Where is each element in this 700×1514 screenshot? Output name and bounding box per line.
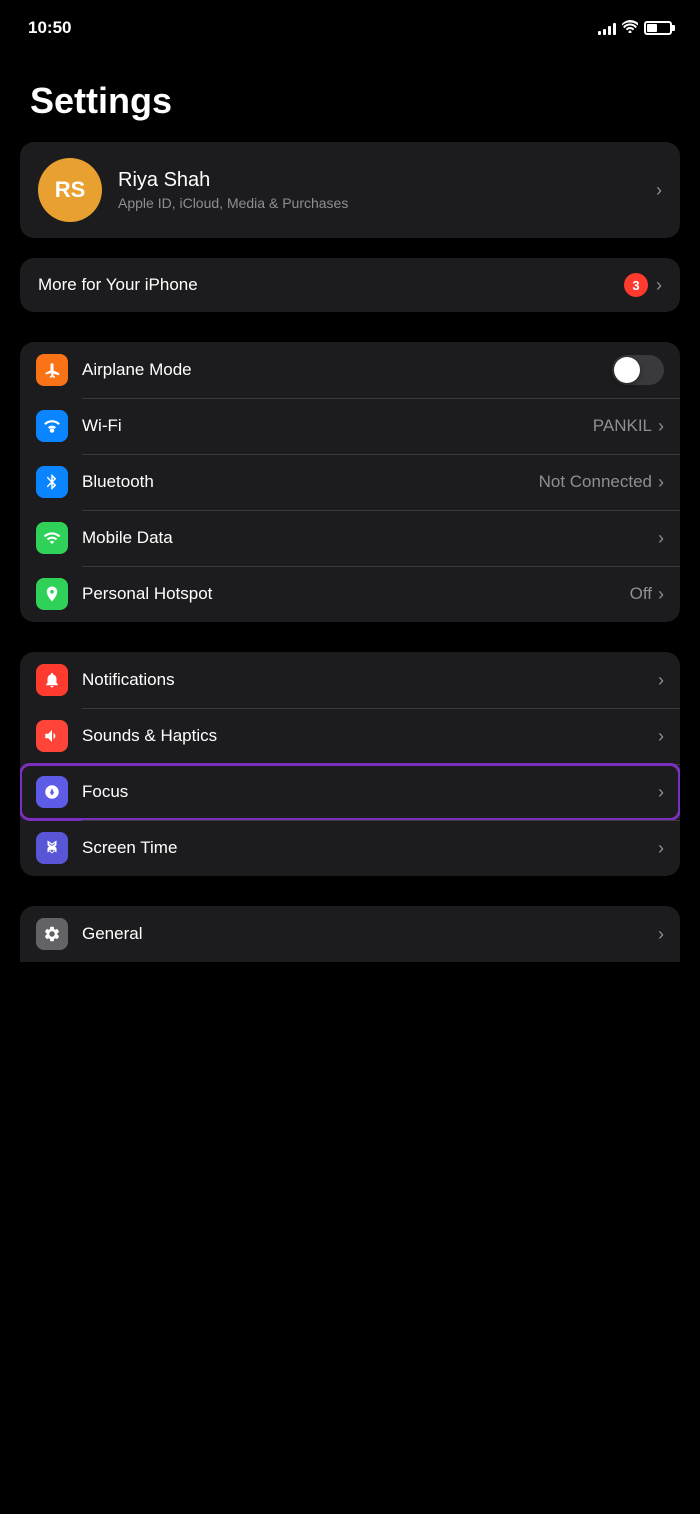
profile-info: Riya Shah Apple ID, iCloud, Media & Purc… (118, 169, 348, 211)
notif-settings-group: Notifications › Sounds & Haptics › Focus… (20, 652, 680, 876)
wifi-value: PANKIL (593, 416, 652, 436)
focus-row[interactable]: Focus › (20, 764, 680, 820)
sounds-haptics-icon (36, 720, 68, 752)
bluetooth-label: Bluetooth (82, 472, 539, 492)
general-icon (36, 918, 68, 950)
general-group: General › (20, 906, 680, 962)
bluetooth-value: Not Connected (539, 472, 652, 492)
notifications-icon (36, 664, 68, 696)
general-label: General (82, 924, 658, 944)
profile-name: Riya Shah (118, 169, 348, 192)
notifications-chevron: › (658, 670, 664, 691)
personal-hotspot-icon (36, 578, 68, 610)
more-badge: 3 (624, 273, 648, 297)
airplane-mode-row[interactable]: Airplane Mode (20, 342, 680, 398)
focus-icon (36, 776, 68, 808)
sounds-haptics-row[interactable]: Sounds & Haptics › (20, 708, 680, 764)
notifications-row[interactable]: Notifications › (20, 652, 680, 708)
more-iphone-label: More for Your iPhone (38, 275, 198, 295)
battery-icon (644, 21, 672, 35)
profile-chevron: › (656, 180, 662, 201)
network-settings-group: Airplane Mode Wi-Fi PANKIL › Bluetooth N… (20, 342, 680, 622)
focus-label: Focus (82, 782, 658, 802)
wifi-icon (36, 410, 68, 442)
screen-time-label: Screen Time (82, 838, 658, 858)
signal-icon (598, 21, 616, 35)
mobile-data-row[interactable]: Mobile Data › (20, 510, 680, 566)
general-row[interactable]: General › (20, 906, 680, 962)
profile-left: RS Riya Shah Apple ID, iCloud, Media & P… (38, 158, 348, 222)
wifi-row[interactable]: Wi-Fi PANKIL › (20, 398, 680, 454)
more-right: 3 › (624, 273, 662, 297)
status-time: 10:50 (28, 18, 71, 38)
page-title: Settings (0, 50, 700, 142)
wifi-label: Wi-Fi (82, 416, 593, 436)
screen-time-icon (36, 832, 68, 864)
status-bar: 10:50 (0, 0, 700, 50)
more-chevron: › (656, 275, 662, 296)
avatar: RS (38, 158, 102, 222)
airplane-mode-icon (36, 354, 68, 386)
personal-hotspot-value: Off (630, 584, 652, 604)
wifi-status-icon (622, 20, 638, 36)
sounds-haptics-label: Sounds & Haptics (82, 726, 658, 746)
mobile-data-label: Mobile Data (82, 528, 658, 548)
screen-time-row[interactable]: Screen Time › (20, 820, 680, 876)
focus-chevron: › (658, 782, 664, 803)
notifications-label: Notifications (82, 670, 658, 690)
profile-subtitle: Apple ID, iCloud, Media & Purchases (118, 195, 348, 211)
personal-hotspot-chevron: › (658, 584, 664, 605)
wifi-chevron: › (658, 416, 664, 437)
airplane-mode-label: Airplane Mode (82, 360, 612, 380)
personal-hotspot-row[interactable]: Personal Hotspot Off › (20, 566, 680, 622)
personal-hotspot-label: Personal Hotspot (82, 584, 630, 604)
bluetooth-chevron: › (658, 472, 664, 493)
screen-time-chevron: › (658, 838, 664, 859)
status-icons (598, 20, 672, 36)
more-iphone-card[interactable]: More for Your iPhone 3 › (20, 258, 680, 312)
bluetooth-row[interactable]: Bluetooth Not Connected › (20, 454, 680, 510)
bluetooth-icon (36, 466, 68, 498)
mobile-data-chevron: › (658, 528, 664, 549)
general-chevron: › (658, 924, 664, 945)
sounds-haptics-chevron: › (658, 726, 664, 747)
mobile-data-icon (36, 522, 68, 554)
profile-card[interactable]: RS Riya Shah Apple ID, iCloud, Media & P… (20, 142, 680, 238)
airplane-mode-toggle[interactable] (612, 355, 664, 385)
